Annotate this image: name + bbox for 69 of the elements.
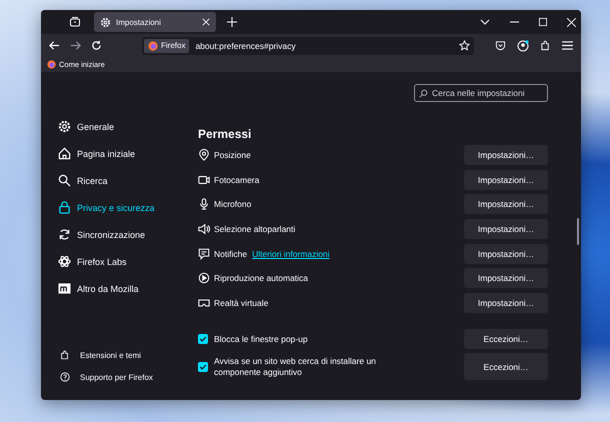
close-icon[interactable] (202, 18, 210, 26)
location-pin-icon (198, 149, 210, 162)
tab-list-icon[interactable] (69, 16, 81, 28)
microphone-icon (198, 198, 210, 210)
reload-icon[interactable] (91, 40, 102, 51)
settings-button[interactable]: Impostazioni… (464, 219, 548, 240)
play-icon (198, 272, 210, 284)
camera-icon (198, 174, 210, 186)
settings-button[interactable]: Impostazioni… (464, 145, 548, 166)
tab-title: Impostazioni (116, 18, 162, 26)
sidebar-item[interactable]: Altro da Mozilla (58, 275, 198, 302)
sidebar-link[interactable]: Estensioni e temi (58, 344, 198, 366)
option-label: Blocca le finestre pop-up (214, 334, 309, 345)
m-logo-icon (58, 282, 71, 295)
permission-label: Selezione altoparlanti (214, 224, 296, 234)
permission-label: Posizione (214, 150, 251, 160)
permission-label: Fotocamera (214, 174, 260, 185)
permission-label: Realtà virtuale (214, 298, 268, 308)
speaker-icon (198, 223, 210, 236)
checkbox[interactable] (198, 334, 208, 344)
new-tab-icon[interactable] (227, 17, 237, 27)
learn-more-link[interactable]: Ulteriori informazioni (252, 248, 330, 259)
close-icon[interactable] (567, 18, 576, 26)
help-icon (60, 372, 70, 382)
settings-button[interactable]: Impostazioni… (464, 170, 548, 190)
exceptions-button[interactable]: Eccezioni… (464, 329, 548, 350)
permission-label: Notifiche (214, 248, 248, 259)
permission-label: Microfono (214, 199, 252, 210)
sidebar-item[interactable]: Pagina iniziale (58, 140, 198, 167)
settings-button[interactable]: Impostazioni… (464, 292, 548, 313)
sidebar-item[interactable]: Ricerca (58, 167, 198, 194)
chevron-down-icon[interactable] (480, 19, 490, 25)
search-field[interactable]: Cerca nelle impostazioni (414, 84, 548, 102)
url-text: about:preferences#privacy (195, 40, 297, 50)
exceptions-button[interactable]: Eccezioni… (464, 353, 548, 380)
permission-label: Riproduzione automatica (214, 273, 308, 284)
search-icon (419, 88, 428, 98)
chat-bubble-icon (198, 248, 210, 260)
sidebar-link[interactable]: Supporto per Firefox (58, 366, 198, 388)
star-icon[interactable] (459, 40, 470, 51)
sidebar-item[interactable]: Generale (58, 113, 198, 140)
identity-label: Firefox (161, 41, 186, 50)
option-label: Avvisa se un sito web cerca di installare un componente aggiuntivo (214, 356, 377, 378)
sidebar-item[interactable]: Firefox Labs (58, 248, 198, 275)
home-icon (58, 147, 71, 160)
settings-button[interactable]: Impostazioni… (464, 194, 548, 214)
section-heading: Permessi (198, 126, 252, 143)
menu-icon[interactable] (562, 41, 573, 50)
sidebar-item[interactable]: Sincronizzazione (58, 221, 198, 248)
checkbox[interactable] (198, 362, 208, 372)
browser-tab[interactable]: Impostazioni (94, 12, 216, 32)
account-icon[interactable] (517, 40, 529, 52)
minimize-icon[interactable] (510, 21, 519, 23)
settings-button[interactable]: Impostazioni… (464, 268, 548, 288)
back-arrow-icon[interactable] (49, 40, 60, 51)
search-icon (58, 174, 71, 187)
identity-chip[interactable]: Firefox (144, 38, 190, 52)
gear-icon (100, 16, 111, 28)
atom-icon (58, 255, 71, 268)
vr-headset-icon (198, 296, 210, 309)
sync-icon (58, 228, 71, 241)
address-bar[interactable]: Firefox about:preferences#privacy (142, 36, 474, 54)
forward-arrow-icon[interactable] (70, 40, 81, 51)
settings-button[interactable]: Impostazioni… (464, 244, 548, 264)
gear-icon (58, 120, 71, 133)
padlock-icon (58, 201, 71, 214)
scrollbar-thumb[interactable] (577, 218, 579, 245)
maximize-icon[interactable] (539, 18, 547, 26)
sidebar-item[interactable]: Privacy e sicurezza (58, 194, 198, 221)
